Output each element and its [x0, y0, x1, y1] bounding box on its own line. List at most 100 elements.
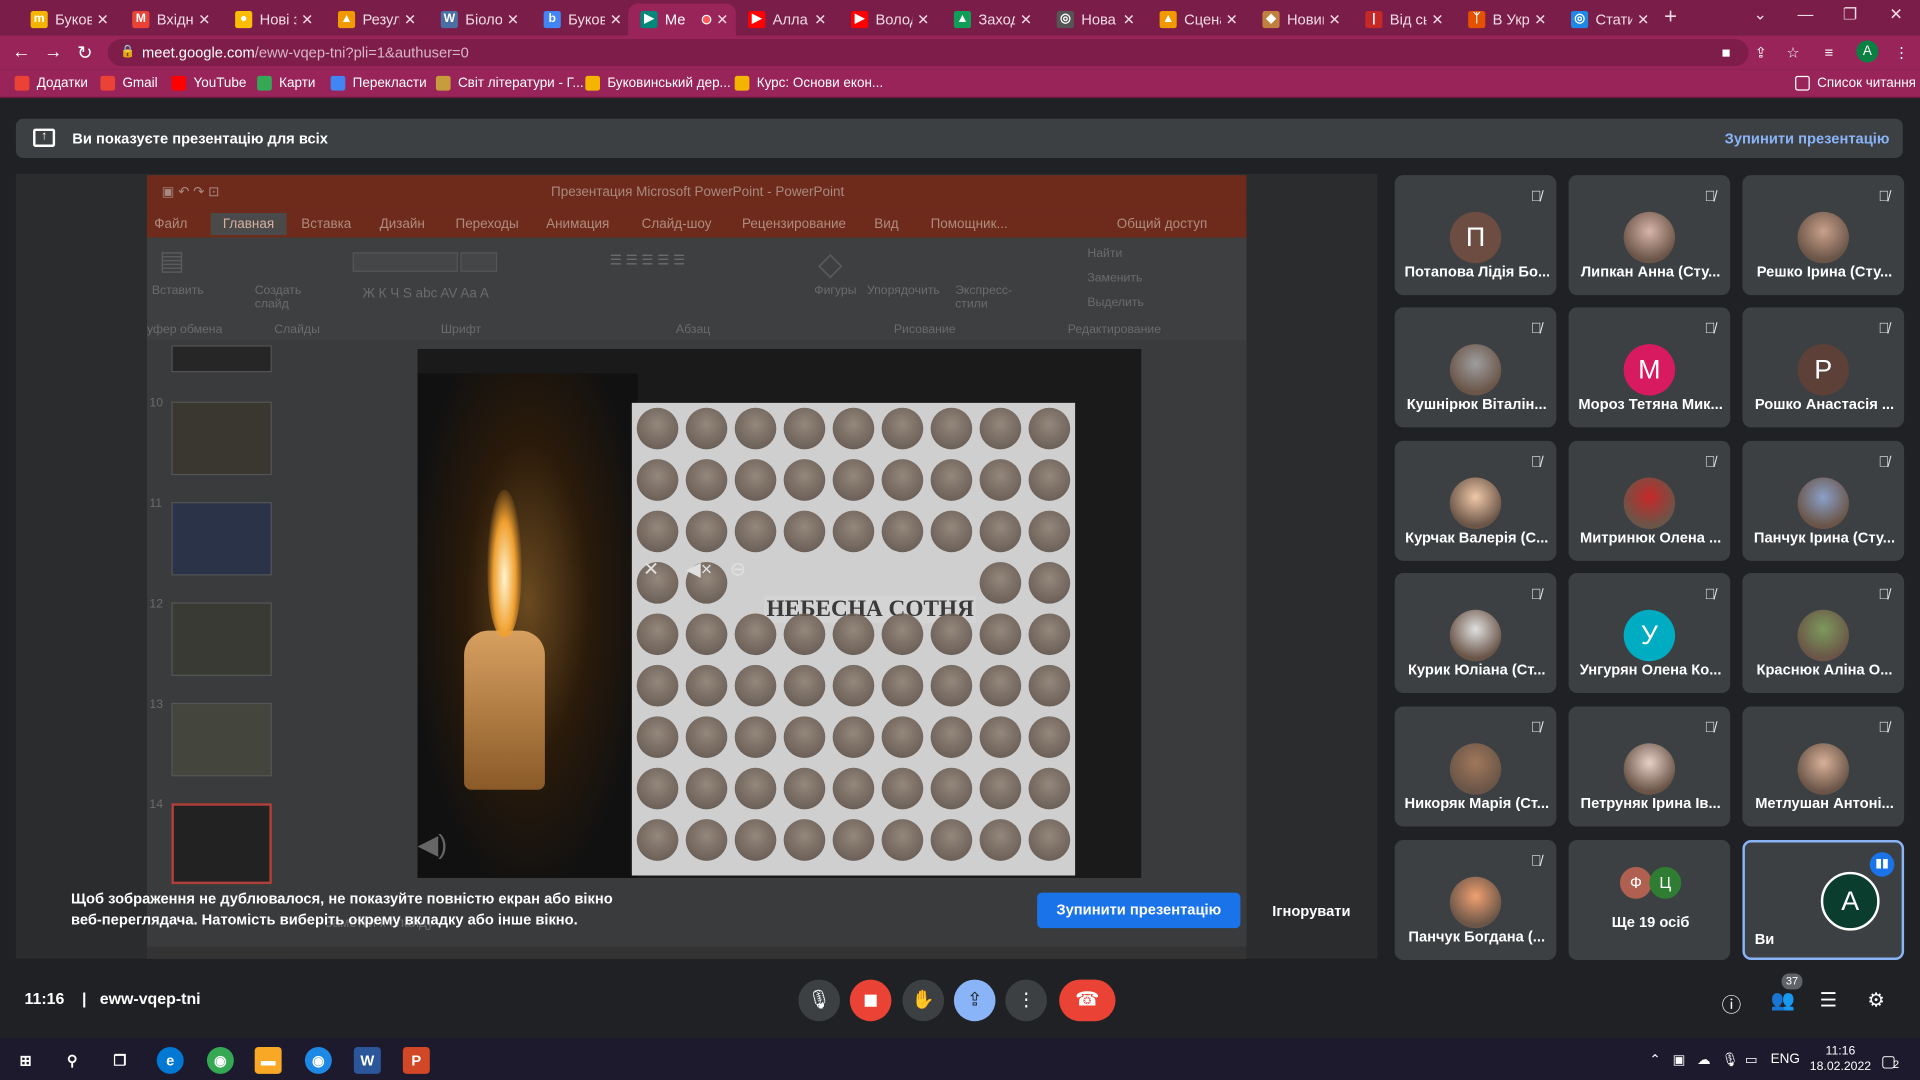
participant-tile[interactable]: 🎙̸ Панчук Богдана (... — [1394, 840, 1557, 961]
tab-search-icon[interactable]: ⌄ — [1753, 5, 1766, 25]
participant-tile[interactable]: 🎙̸ Петруняк Ірина Ів... — [1568, 706, 1731, 827]
browser-tab[interactable]: ▲ Заходи ✕ — [942, 4, 1040, 36]
raise-hand-button[interactable]: ✋ — [902, 979, 945, 1022]
participant-tile[interactable]: 🎙̸ Митринюк Олена ... — [1568, 440, 1731, 561]
close-tab-icon[interactable]: ✕ — [97, 11, 109, 28]
camera-in-use-icon[interactable]: ■ — [1722, 44, 1731, 61]
camera-off-button[interactable]: ◼ — [849, 979, 892, 1022]
powerpoint-icon[interactable]: P — [402, 1046, 430, 1074]
browser-tab[interactable]: ● Нові зн✕ — [223, 4, 321, 36]
edge-icon[interactable]: e — [156, 1046, 184, 1074]
forward-icon[interactable]: → — [44, 42, 62, 63]
ignore-button[interactable]: Ігнорувати — [1272, 902, 1350, 919]
chrome-profile-icon[interactable]: ◉ — [304, 1046, 332, 1074]
stop-presenting-link[interactable]: Зупинити презентацію — [1725, 130, 1890, 147]
close-tab-icon[interactable]: ✕ — [1637, 11, 1649, 28]
media-control-icon[interactable]: ≡ — [1824, 44, 1833, 61]
self-tile[interactable]: ▮▮ A Ви — [1742, 840, 1905, 961]
bookmark-item[interactable]: Карти — [257, 75, 315, 91]
meeting-info-icon[interactable]: ⓘ — [1722, 988, 1742, 1017]
activities-icon[interactable]: ⚙ — [1867, 988, 1885, 1012]
bookmark-item[interactable]: Gmail — [100, 75, 158, 91]
back-icon[interactable]: ← — [12, 42, 30, 63]
more-participants-tile[interactable]: Ф Ц Ще 19 осіб — [1568, 840, 1731, 961]
close-tab-icon[interactable]: ✕ — [917, 11, 929, 28]
close-tab-icon[interactable]: ✕ — [1123, 11, 1135, 28]
close-tab-icon[interactable]: ✕ — [1534, 11, 1546, 28]
file-explorer-icon[interactable]: ▬ — [254, 1046, 282, 1074]
present-button[interactable]: ⇪ — [953, 979, 996, 1022]
browser-tab[interactable]: M Вхідні (✕ — [120, 4, 218, 36]
bookmark-item[interactable]: Світ літератури - Г... — [435, 75, 584, 91]
close-tab-icon[interactable]: ✕ — [1226, 11, 1238, 28]
bookmark-item[interactable]: Буковинський дер... — [585, 75, 731, 91]
address-bar[interactable]: 🔒 meet.google.com/eww-vqep-tni?pli=1&aut… — [107, 39, 1749, 67]
participant-tile[interactable]: 🎙̸ Липкан Анна (Сту... — [1568, 175, 1731, 296]
chat-icon[interactable]: ☰ — [1820, 988, 1838, 1012]
more-options-button[interactable]: ⋮ — [1005, 979, 1047, 1022]
browser-tab[interactable]: ᛉ В Укра✕ — [1456, 4, 1554, 36]
close-tab-icon[interactable]: ✕ — [1328, 11, 1340, 28]
browser-tab[interactable]: ▲ Сценар ✕ — [1147, 4, 1245, 36]
browser-tab[interactable]: ◎ Нова в ✕ — [1044, 4, 1142, 36]
participant-tile[interactable]: 🎙̸ Решко Ірина (Сту... — [1742, 175, 1905, 296]
participant-tile[interactable]: 🎙̸ Р Рошко Анастасія ... — [1742, 307, 1905, 428]
browser-tab[interactable]: ▶ Ме ✕ — [628, 3, 736, 36]
mute-overlay-icon[interactable]: ◀× — [686, 557, 713, 581]
bookmark-item[interactable]: Додатки — [14, 75, 88, 91]
browser-tab[interactable]: ▶ Алла П✕ — [736, 4, 834, 36]
close-tab-icon[interactable]: ✕ — [404, 11, 416, 28]
people-icon[interactable]: 👥 — [1771, 988, 1795, 1012]
stop-presenting-button[interactable]: Зупинити презентацію — [1037, 892, 1241, 929]
battery-icon[interactable]: ▭ — [1745, 1052, 1758, 1068]
leave-call-button[interactable]: ☎ — [1059, 979, 1116, 1022]
new-tab-button[interactable]: + — [1664, 4, 1677, 30]
browser-tab[interactable]: b Букови ✕ — [531, 4, 629, 36]
minimize-button[interactable]: — — [1798, 5, 1814, 23]
participant-tile[interactable]: 🎙̸ Кушнірюк Віталін... — [1394, 307, 1557, 428]
chrome-menu-icon[interactable]: ⋮ — [1894, 44, 1909, 61]
close-tab-icon[interactable]: ✕ — [1431, 11, 1443, 28]
participant-tile[interactable]: 🎙̸ М Мороз Тетяна Мик... — [1568, 307, 1731, 428]
participant-tile[interactable]: 🎙̸ Краснюк Аліна О... — [1742, 573, 1905, 694]
bookmark-item[interactable]: YouTube — [171, 75, 246, 91]
profile-avatar[interactable]: A — [1856, 40, 1879, 63]
browser-tab[interactable]: ◎ Стати ✕ — [1559, 4, 1657, 36]
browser-tab[interactable]: W Біологі ✕ — [429, 4, 527, 36]
onedrive-icon[interactable]: ☁ — [1697, 1052, 1710, 1068]
participant-tile[interactable]: 🎙̸ У Унгурян Олена Ко... — [1568, 573, 1731, 694]
remove-icon[interactable]: ⊖ — [730, 557, 746, 581]
start-icon[interactable]: ⊞ — [12, 1047, 39, 1074]
browser-tab[interactable]: ▲ Резуль ✕ — [326, 4, 424, 36]
participant-tile[interactable]: 🎙̸ Панчук Ірина (Сту... — [1742, 440, 1905, 561]
system-clock[interactable]: 11:16 18.02.2022 — [1810, 1043, 1871, 1075]
tray-chevron-icon[interactable]: ⌃ — [1649, 1052, 1660, 1068]
bookmark-item[interactable]: Перекласти — [330, 75, 427, 91]
language-indicator[interactable]: ENG — [1771, 1052, 1800, 1067]
pin-off-icon[interactable]: ✕ — [643, 557, 659, 581]
reload-icon[interactable]: ↻ — [77, 42, 92, 64]
browser-tab[interactable]: m Букови ✕ — [18, 4, 116, 36]
close-tab-icon[interactable]: ✕ — [507, 11, 519, 28]
participant-tile[interactable]: 🎙̸ Метлушан Антоні... — [1742, 706, 1905, 827]
mic-tray-icon[interactable]: 🎙 — [1722, 1052, 1739, 1068]
close-window-button[interactable]: ✕ — [1889, 5, 1902, 25]
participant-tile[interactable]: 🎙̸ П Потапова Лідія Бо... — [1394, 175, 1557, 296]
close-tab-icon[interactable]: ✕ — [814, 11, 826, 28]
close-tab-icon[interactable]: ✕ — [1020, 11, 1032, 28]
close-tab-icon[interactable]: ✕ — [301, 11, 313, 28]
mic-button[interactable]: 🎙 — [798, 979, 841, 1022]
participant-tile[interactable]: 🎙̸ Курчак Валерія (С... — [1394, 440, 1557, 561]
browser-tab[interactable]: | Від сьо✕ — [1353, 4, 1451, 36]
search-icon[interactable]: ⚲ — [59, 1047, 86, 1074]
chrome-icon[interactable]: ◉ — [206, 1046, 234, 1074]
close-tab-icon[interactable]: ✕ — [716, 11, 728, 28]
participant-tile[interactable]: 🎙̸ Никоряк Марія (Ст... — [1394, 706, 1557, 827]
task-view-icon[interactable]: ❐ — [107, 1047, 134, 1074]
bookmark-star-icon[interactable]: ☆ — [1787, 44, 1800, 61]
close-tab-icon[interactable]: ✕ — [198, 11, 210, 28]
browser-tab[interactable]: ▶ Володи✕ — [839, 4, 937, 36]
tray-app-icon[interactable]: ▣ — [1673, 1052, 1686, 1068]
participant-tile[interactable]: 🎙̸ Курик Юліана (Ст... — [1394, 573, 1557, 694]
reading-list[interactable]: Список читання — [1795, 75, 1916, 91]
